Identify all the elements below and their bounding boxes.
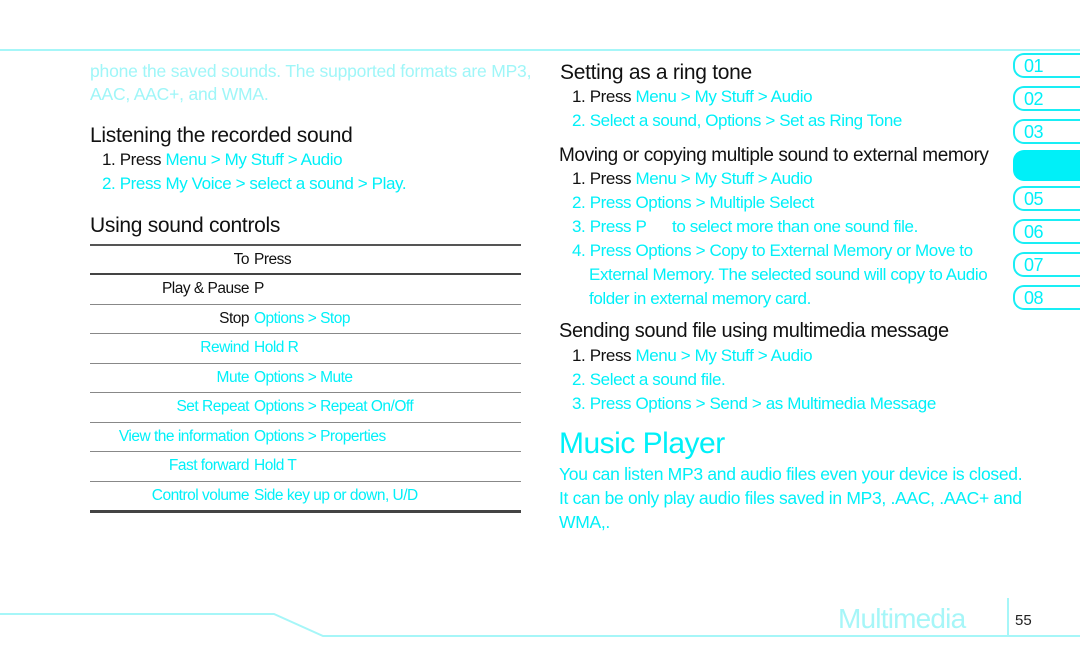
key-cell: P [254,280,264,297]
table-row: View the information Options > Propertie… [90,423,521,452]
key-cell: Options > Repeat On/Off [254,398,414,415]
key-cell: Hold T [254,457,297,474]
action-cell: Set Repeat [176,398,249,415]
menu-path-link[interactable]: Options > Copy to External Memory or Mov… [635,241,973,260]
sending-step-1: 1. Press Menu > My Stuff > Audio [572,346,813,366]
table-row: Rewind Hold R [90,334,521,364]
footer-divider [1007,598,1009,636]
menu-path-link[interactable]: Options > Set as Ring Tone [705,111,902,130]
step-prefix: 1. Press [572,87,632,106]
menu-path-link[interactable]: Menu > My Stuff > Audio [635,346,812,365]
intro-paragraph: phone the saved sounds. The supported fo… [90,60,560,106]
controls-heading: Using sound controls [90,214,281,237]
step-prefix: 3. Press [572,217,632,236]
column-header-to: To [233,251,250,268]
step-prefix: 2. Press [572,193,632,212]
chapter-tab-03[interactable]: 03 [1013,119,1080,144]
table-row: Play & Pause P [90,275,521,305]
intro-line-1: phone the saved sounds. The supported fo… [90,61,532,81]
ringtone-step-2: 2. Select a sound, Options > Set as Ring… [572,111,902,131]
step-prefix: 1. Press [572,346,632,365]
menu-path-link[interactable]: My Voice > select a sound > Play. [165,174,406,193]
ringtone-step-1: 1. Press Menu > My Stuff > Audio [572,87,813,107]
moving-heading: Moving or copying multiple sound to exte… [559,145,989,166]
ringtone-heading: Setting as a ring tone [560,61,752,84]
action-cell: Stop [219,309,249,327]
step-text: P to select more than one sound file. [635,217,918,236]
step-prefix: 1. Press [102,150,162,169]
description-line-2: It can be only play audio files saved in… [559,488,1022,508]
music-player-title: Music Player [559,427,725,460]
moving-step-1: 1. Press Menu > My Stuff > Audio [572,169,813,189]
description-line-3: WMA,. [559,512,610,532]
action-cell: Rewind [200,339,249,356]
step-prefix: 2. Select a sound, [572,111,701,130]
menu-path-link[interactable]: Options > Multiple Select [635,193,814,212]
sending-step-3: 3. Press Options > Send > as Multimedia … [572,394,936,414]
table-row: Set Repeat Options > Repeat On/Off [90,393,521,423]
key-cell: Options > Mute [254,368,353,386]
menu-path-link[interactable]: Menu > My Stuff > Audio [635,169,812,188]
moving-step-4: 4. Press Options > Copy to External Memo… [572,241,973,261]
chapter-tab-02[interactable]: 02 [1013,86,1080,111]
top-rule [0,49,1080,51]
moving-step-3: 3. Press P to select more than one sound… [572,217,918,237]
chapter-tab-05[interactable]: 05 [1013,186,1080,211]
table-row: Fast forward Hold T [90,452,521,482]
table-row: Mute Options > Mute [90,364,521,393]
action-cell: View the information [118,427,250,445]
chapter-tab-04-active[interactable] [1013,150,1080,181]
action-cell: Mute [216,368,250,386]
step-prefix: 1. Press [572,169,632,188]
chapter-tab-08[interactable]: 08 [1013,285,1080,310]
intro-line-2: AAC, AAC+, and WMA. [90,84,269,104]
controls-table: To Press Play & Pause P Stop Options > S… [90,244,521,513]
moving-step-4-cont-2: folder in external memory card. [589,289,811,308]
menu-path-link[interactable]: Menu > My Stuff > Audio [635,87,812,106]
key-cell: Options > Stop [254,309,350,327]
table-header: To Press [90,244,521,275]
description-line-1: You can listen MP3 and audio files even … [559,464,1023,484]
action-cell: Play & Pause [161,280,250,297]
action-cell: Fast forward [168,457,250,474]
step-prefix: 3. Press [572,394,632,413]
page-number: 55 [1015,612,1032,629]
chapter-tab-06[interactable]: 06 [1013,219,1080,244]
listening-heading: Listening the recorded sound [90,124,353,147]
listening-step-1: 1. Press Menu > My Stuff > Audio [102,150,343,170]
key-cell: Side key up or down, U/D [254,486,418,504]
sending-heading: Sending sound file using multimedia mess… [559,320,949,342]
chapter-tab-01[interactable]: 01 [1013,53,1080,78]
step-prefix: 2. Press [102,174,162,193]
key-cell: Hold R [254,339,299,356]
moving-step-2: 2. Press Options > Multiple Select [572,193,814,213]
moving-step-4-cont-1: External Memory. The selected sound will… [589,265,988,284]
step-prefix: 4. Press [572,241,632,260]
music-player-description: You can listen MP3 and audio files even … [559,462,1080,534]
footer-section-title: Multimedia [838,603,966,634]
column-header-press: Press [254,251,292,268]
menu-path-link[interactable]: Options > Send > as Multimedia Message [635,394,936,413]
listening-step-2: 2. Press My Voice > select a sound > Pla… [102,174,407,194]
table-row: Control volume Side key up or down, U/D [90,482,521,513]
table-row: Stop Options > Stop [90,305,521,334]
chapter-tab-07[interactable]: 07 [1013,252,1080,277]
action-cell: Control volume [151,486,250,504]
sending-step-2: 2. Select a sound file. [572,370,726,390]
step-prefix: 2. Select a sound file. [572,370,726,389]
key-cell: Options > Properties [254,427,386,445]
menu-path-link[interactable]: Menu > My Stuff > Audio [165,150,342,169]
